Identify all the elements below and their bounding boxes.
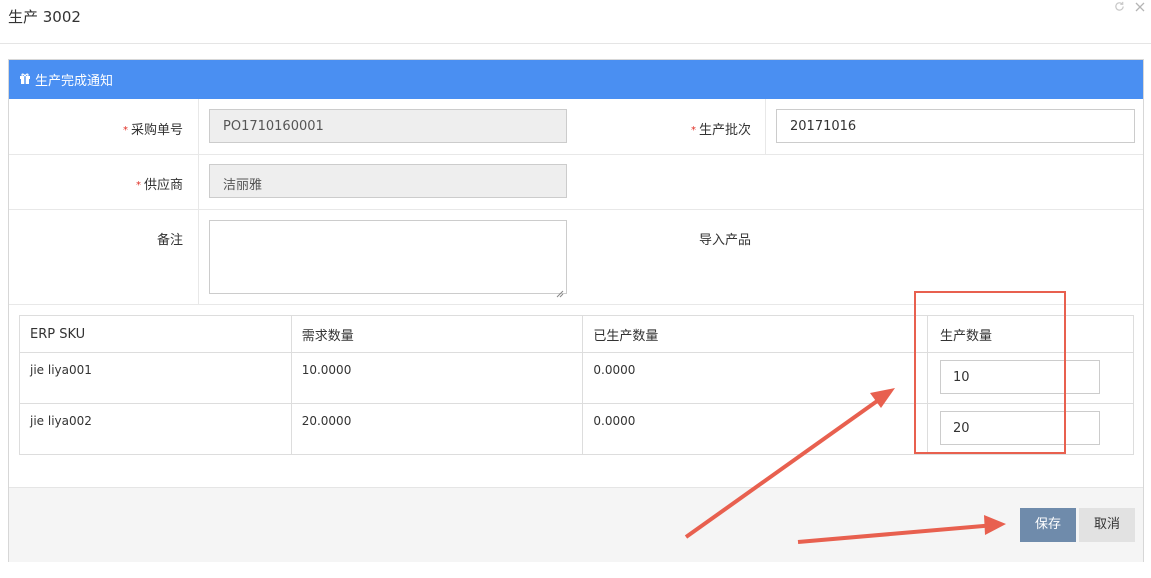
import-products-label: 导入产品	[698, 233, 751, 248]
modal-title: 生产 3002	[8, 8, 81, 26]
required-marker: *	[122, 125, 128, 136]
form-row-1: * 采购单号 PO1710160001 * 生产批次 20171016	[9, 99, 1143, 155]
form-row-2: * 供应商 洁丽雅	[9, 155, 1143, 210]
gift-icon	[19, 72, 31, 84]
column-header-produced: 已生产数量	[582, 315, 928, 353]
resize-grip-icon[interactable]	[556, 283, 564, 298]
column-header-sku: ERP SKU	[19, 315, 292, 353]
required-marker: *	[135, 180, 141, 191]
modal-footer: 保存 取消	[9, 487, 1143, 562]
title-icons	[1108, 1, 1145, 16]
panel-header: 生产完成通知	[9, 60, 1143, 99]
save-button[interactable]: 保存	[1020, 508, 1076, 542]
cell-sku: jie liya001	[19, 352, 292, 404]
supplier-label: * 供应商	[135, 178, 183, 193]
cell-required: 10.0000	[290, 352, 584, 404]
batch-input[interactable]: 20171016	[776, 109, 1135, 143]
required-marker: *	[690, 125, 696, 136]
cell-produced: 0.0000	[582, 352, 928, 404]
cell-sku: jie liya002	[19, 403, 292, 455]
batch-label: * 生产批次	[690, 123, 751, 138]
refresh-icon[interactable]	[1114, 1, 1129, 16]
remark-textarea[interactable]	[209, 220, 567, 298]
purchase-no-input[interactable]: PO1710160001	[209, 109, 567, 143]
remark-label: 备注	[156, 233, 183, 248]
purchase-no-label: * 采购单号	[122, 123, 183, 138]
annotation-highlight-box	[914, 291, 1066, 454]
cell-produced: 0.0000	[582, 403, 928, 455]
panel-title: 生产完成通知	[35, 74, 114, 89]
supplier-input[interactable]: 洁丽雅	[209, 164, 567, 198]
cancel-button[interactable]: 取消	[1079, 508, 1135, 542]
close-icon[interactable]	[1135, 1, 1145, 16]
modal-title-bar: 生产 3002	[0, 0, 1151, 44]
column-header-required: 需求数量	[290, 315, 584, 353]
cell-required: 20.0000	[290, 403, 584, 455]
